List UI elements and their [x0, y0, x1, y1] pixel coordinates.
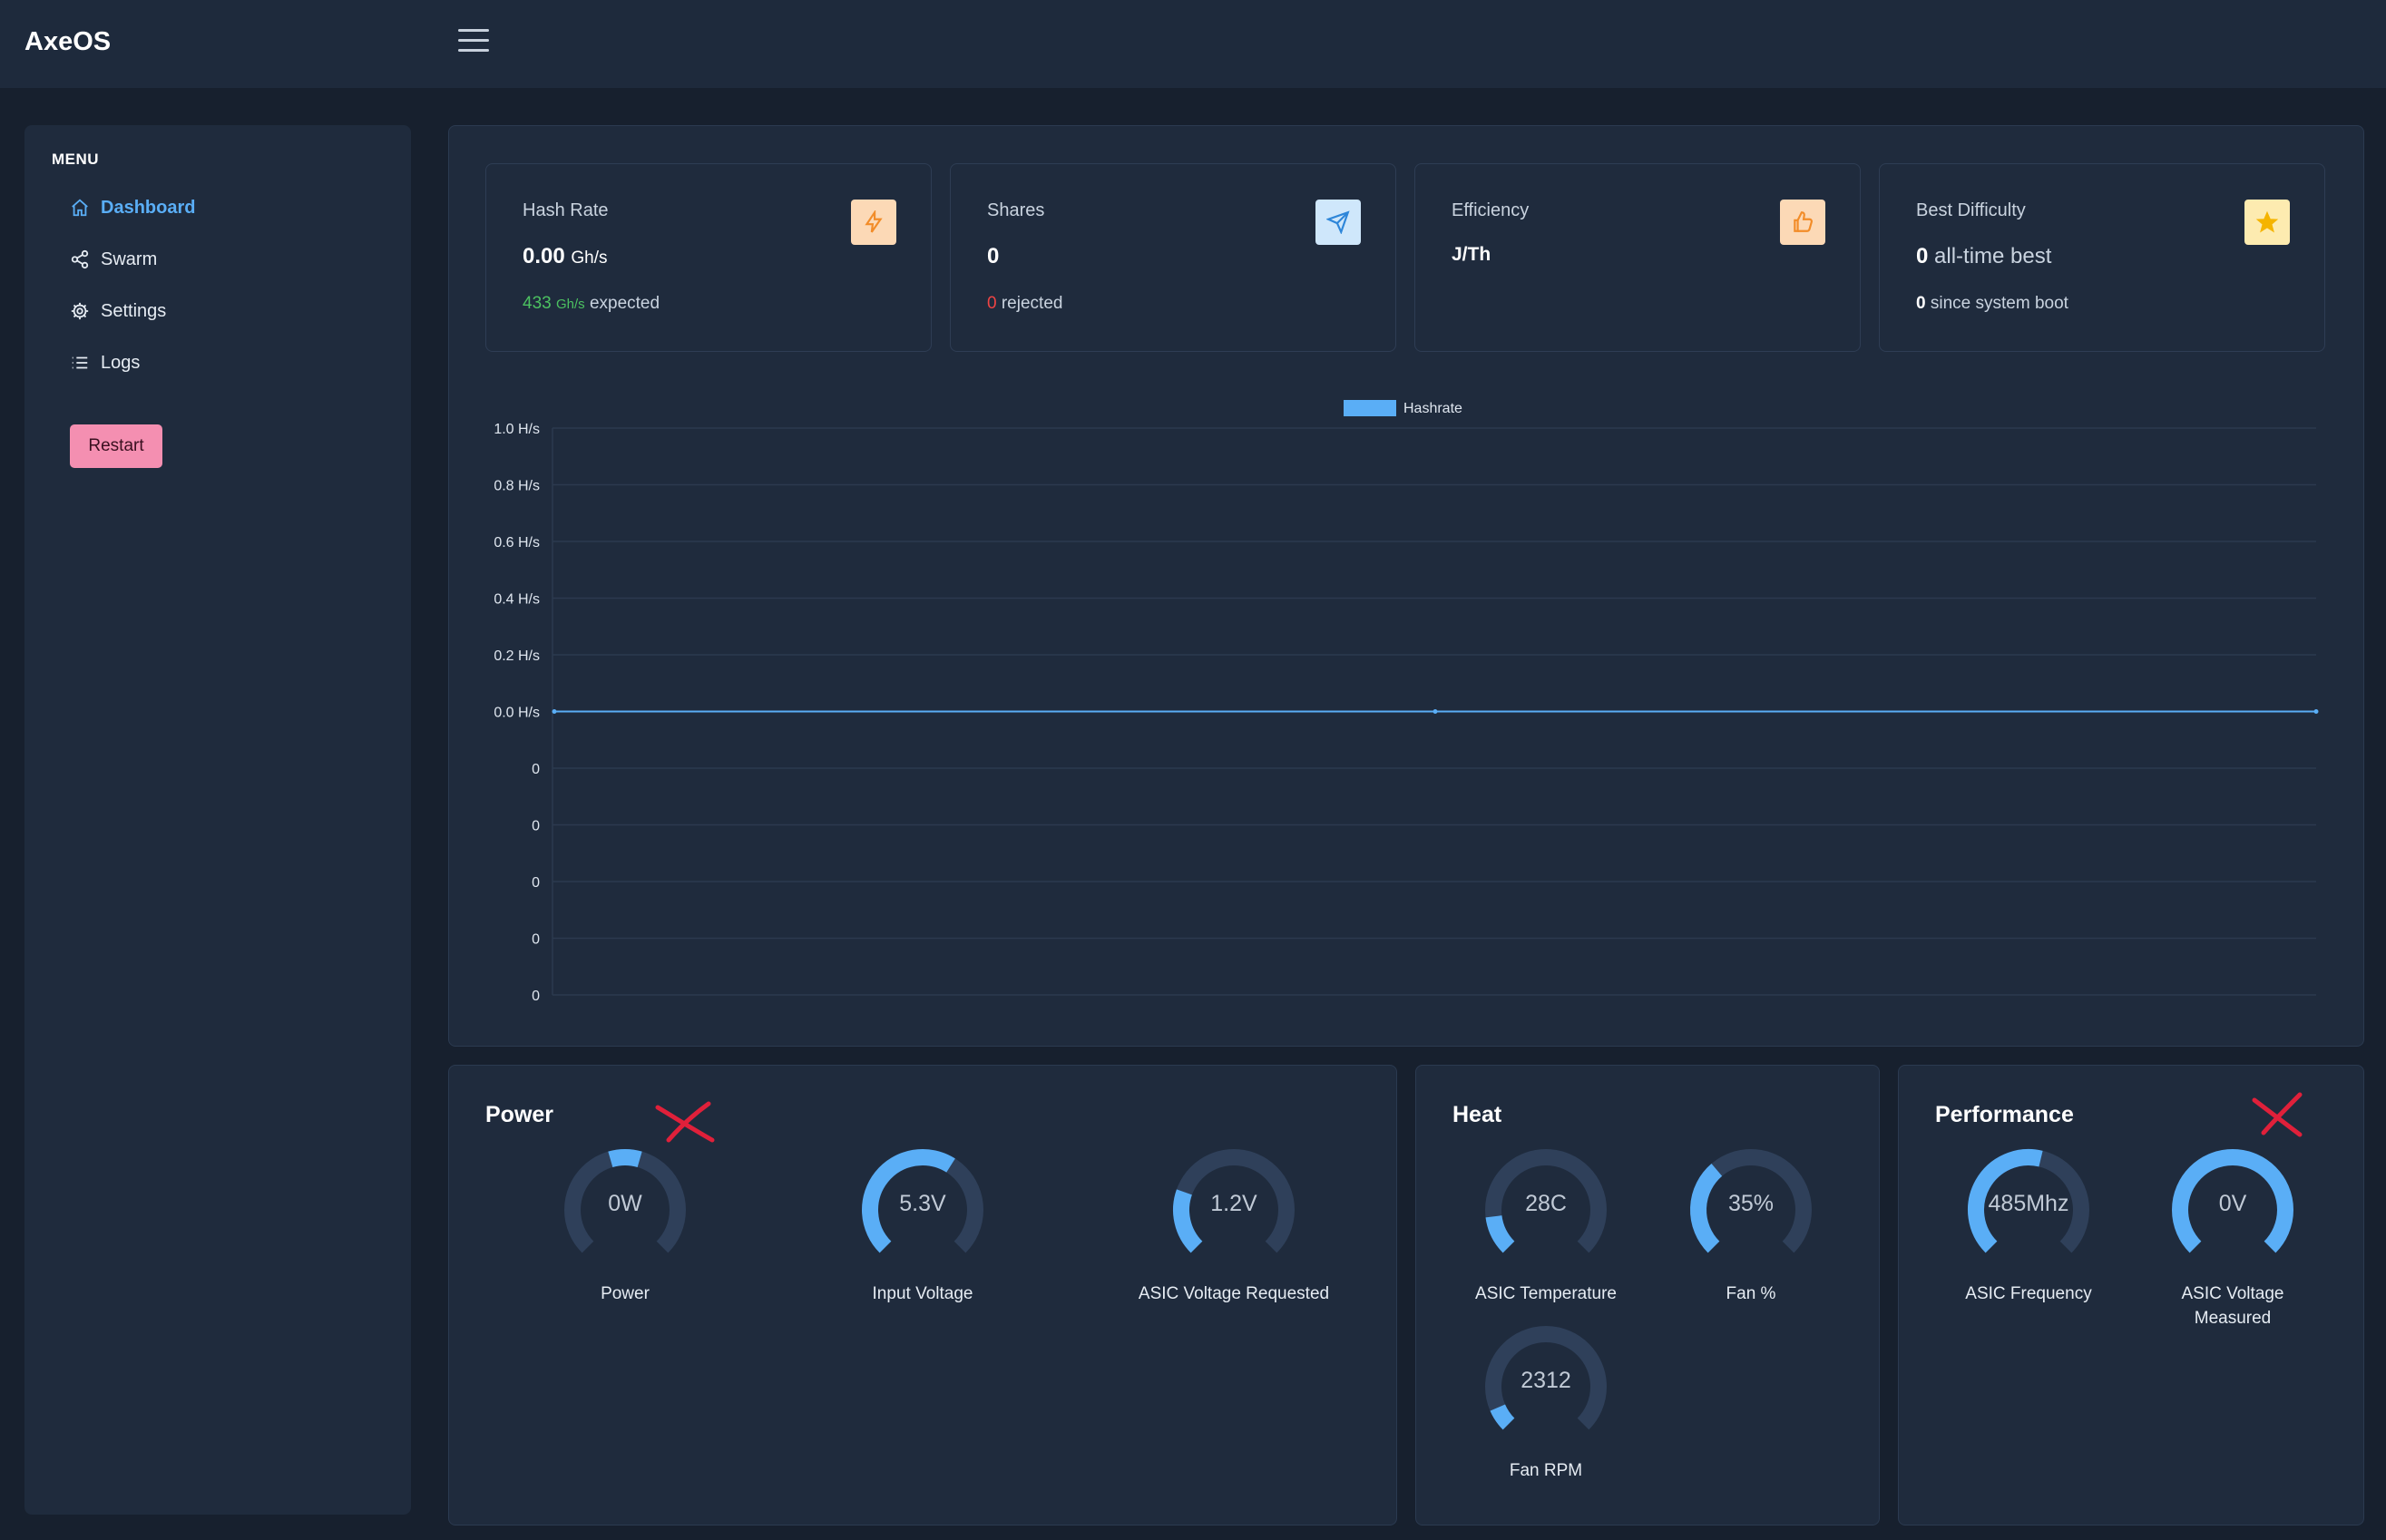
- hashrate-chart: Hashrate 1.0 H/s 0.8 H/s 0.6 H/s 0.4 H/s 0.2 …: [494, 400, 2319, 1004]
- home-icon: [72, 199, 88, 217]
- y-tick-label: 0.0 H/s: [494, 706, 540, 721]
- gauge-fan-percent: 35% Fan %: [1660, 1147, 1842, 1306]
- y-tick-label: 0.6 H/s: [494, 535, 540, 551]
- gauge-value: 1.2V: [1210, 1191, 1257, 1216]
- gauge-asic-voltage-requested: 1.2V ASIC Voltage Requested: [1129, 1147, 1338, 1306]
- gauge-value: 485Mhz: [1988, 1191, 2069, 1216]
- sidebar-item-label: Dashboard: [101, 197, 196, 218]
- sidebar: MENU Dashboard Swarm Settings Logs Resta…: [24, 125, 411, 1515]
- gauge-power: 0W Power: [534, 1147, 716, 1306]
- gauge-input-voltage: 5.3V Input Voltage: [832, 1147, 1013, 1306]
- list-icon: [72, 356, 88, 369]
- cross-mark-icon: [2252, 1092, 2303, 1137]
- gauge-label: ASIC Voltage Measured: [2181, 1284, 2284, 1328]
- data-point: [1433, 709, 1438, 714]
- hamburger-menu-icon[interactable]: [458, 29, 489, 54]
- data-point: [552, 709, 557, 714]
- restart-button[interactable]: Restart: [70, 424, 162, 468]
- power-title: Power: [485, 1102, 554, 1127]
- gauge-label: Input Voltage: [872, 1284, 973, 1303]
- y-tick-label: 1.0 H/s: [494, 422, 540, 437]
- y-tick-label: 0: [532, 762, 540, 777]
- y-tick-label: 0.4 H/s: [494, 592, 540, 608]
- sidebar-item-dashboard[interactable]: Dashboard: [70, 192, 195, 223]
- performance-title: Performance: [1935, 1102, 2074, 1127]
- gauge-fan-rpm: 2312 Fan RPM: [1455, 1324, 1637, 1483]
- gauge-label: ASIC Frequency: [1965, 1284, 2092, 1303]
- gauge-fill: [1485, 1214, 1515, 1253]
- gauge-label: ASIC Temperature: [1475, 1284, 1617, 1303]
- app-title: AxeOS: [24, 27, 112, 56]
- y-tick-label: 0.2 H/s: [494, 648, 540, 664]
- gauge-label: Power: [601, 1284, 650, 1303]
- sidebar-item-swarm[interactable]: Swarm: [70, 244, 157, 275]
- gauge-asic-temperature: 28C ASIC Temperature: [1455, 1147, 1637, 1306]
- y-tick-label: 0: [532, 819, 540, 834]
- power-panel: Power 0W Power 5.3V Input Voltage 1.2V ASIC…: [448, 1065, 1397, 1525]
- gauge-value: 0V: [2218, 1191, 2247, 1216]
- gauge-value: 0W: [608, 1191, 642, 1216]
- menu-title: MENU: [52, 151, 100, 168]
- gauge-label: Fan %: [1726, 1284, 1776, 1303]
- heat-title: Heat: [1452, 1102, 1502, 1127]
- y-tick-label: 0: [532, 989, 540, 1004]
- sidebar-item-label: Settings: [101, 300, 167, 321]
- gauge-value: 2312: [1521, 1368, 1571, 1393]
- gauge-fill: [1490, 1404, 1515, 1430]
- gauge-value: 28C: [1525, 1191, 1567, 1216]
- gauge-value: 5.3V: [899, 1191, 946, 1216]
- y-tick-label: 0: [532, 932, 540, 948]
- sidebar-item-label: Logs: [101, 352, 141, 373]
- gauge-fill: [608, 1149, 642, 1168]
- legend-swatch: [1344, 400, 1396, 416]
- gauge-asic-voltage-measured: 0V ASIC Voltage Measured: [2142, 1147, 2323, 1330]
- gauge-label: ASIC Voltage Requested: [1138, 1284, 1330, 1303]
- gauge-value: 35%: [1727, 1191, 1775, 1216]
- sidebar-item-settings[interactable]: Settings: [70, 296, 166, 327]
- y-tick-label: 0: [532, 875, 540, 891]
- top-bar: AxeOS: [0, 0, 2386, 88]
- sidebar-item-label: Swarm: [101, 249, 158, 269]
- data-point: [2313, 709, 2319, 714]
- gauge-asic-frequency: 485Mhz ASIC Frequency: [1938, 1147, 2119, 1306]
- sidebar-item-logs[interactable]: Logs: [70, 347, 140, 378]
- chart-legend[interactable]: Hashrate: [1344, 400, 1462, 416]
- gauge-label: Fan RPM: [1509, 1461, 1583, 1480]
- cross-mark-icon: [655, 1101, 715, 1143]
- y-tick-label: 0.8 H/s: [494, 479, 540, 494]
- dashboard-panel: Hash Rate 0.00 Gh/s 433 Gh/s expected Sh…: [448, 125, 2364, 1047]
- legend-label: Hashrate: [1403, 401, 1462, 416]
- share-icon: [71, 249, 89, 269]
- gear-icon: [71, 302, 89, 320]
- performance-panel: Performance 485Mhz ASIC Frequency 0V ASIC …: [1898, 1065, 2364, 1525]
- heat-panel: Heat 28C ASIC Temperature 35% Fan % 2312 Fa…: [1415, 1065, 1880, 1525]
